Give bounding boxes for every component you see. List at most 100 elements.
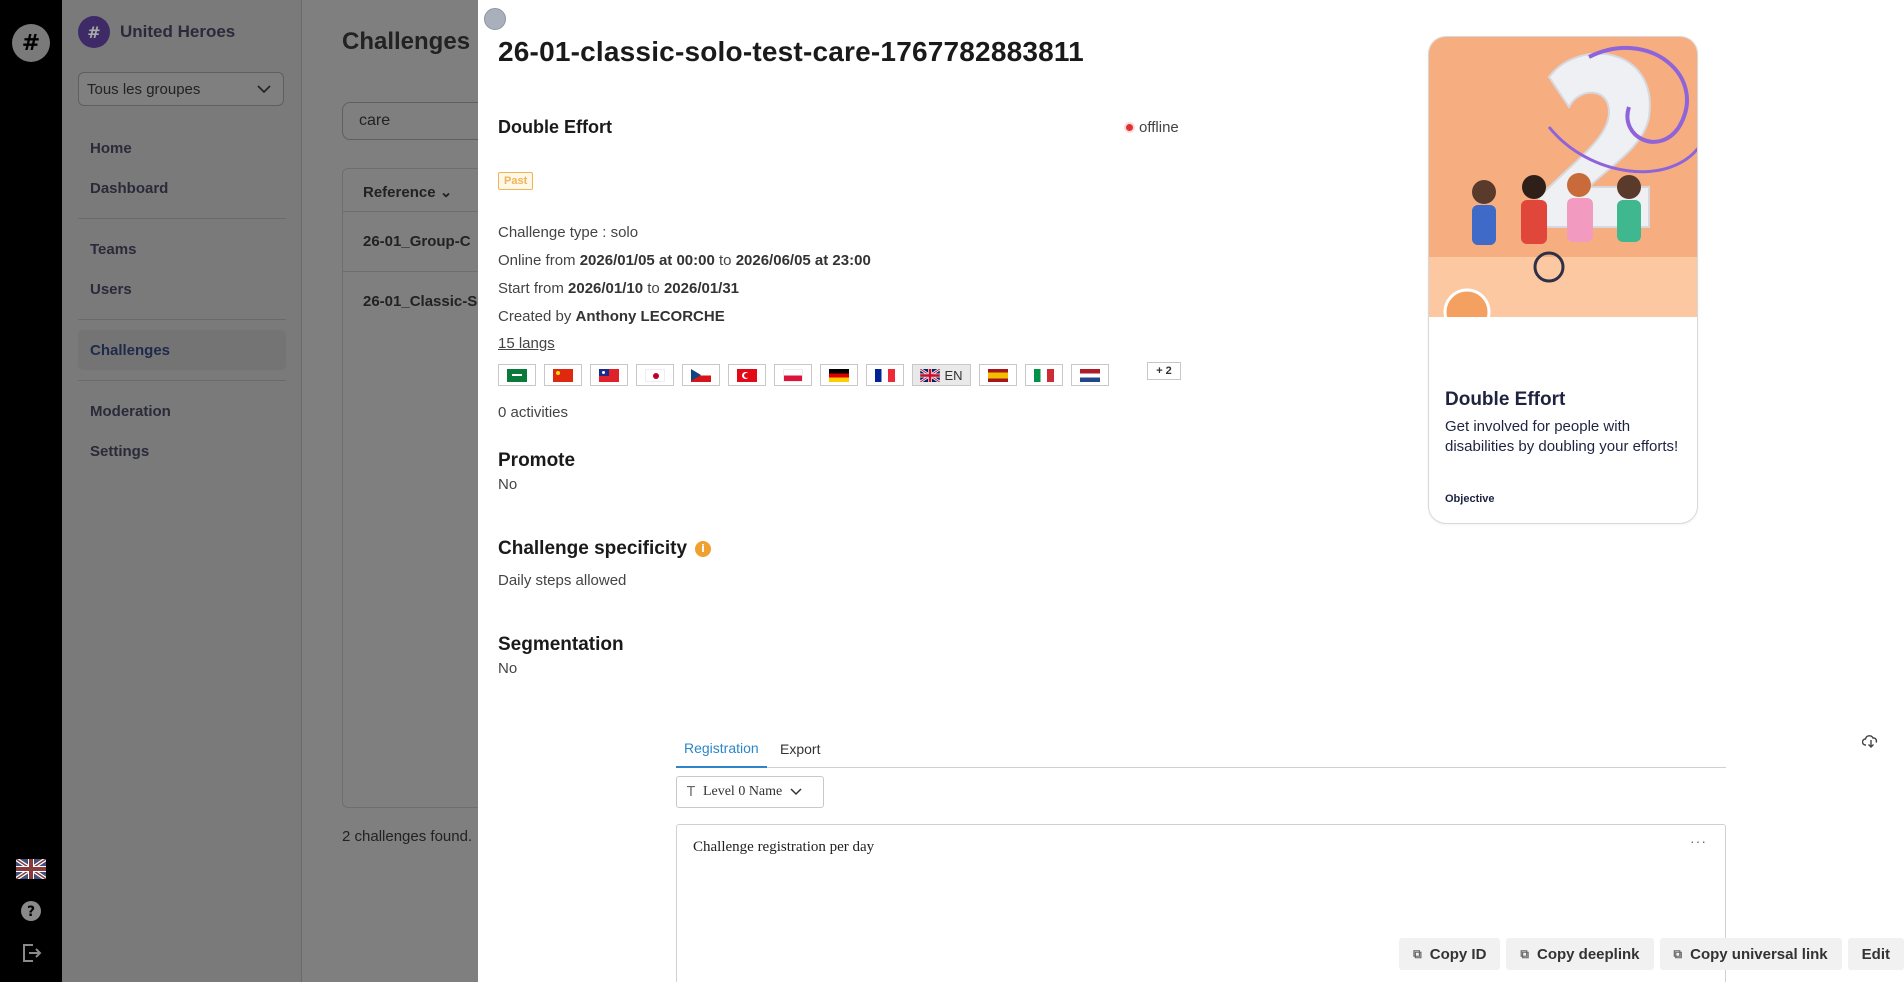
challenge-name: Double Effort <box>498 117 612 137</box>
cloud-download-icon[interactable] <box>1861 734 1882 750</box>
chevron-down-icon <box>257 85 271 93</box>
flag-fr-button[interactable] <box>866 364 904 386</box>
nav-divider <box>78 319 286 320</box>
stats-tabs: Registration Export <box>676 730 1726 768</box>
challenge-illustration <box>1429 37 1697 317</box>
copy-universal-link-button[interactable]: ⧉ Copy universal link <box>1659 938 1842 970</box>
edit-button[interactable]: Edit <box>1847 938 1904 970</box>
challenge-detail-drawer: 26-01-classic-solo-test-care-17677828838… <box>478 0 1904 982</box>
langs-link[interactable]: 15 langs <box>498 335 555 352</box>
challenges-table: Reference ⌄ 26-01_Group-C 26-01_Classic-… <box>342 168 478 808</box>
status-text: offline <box>1139 119 1179 136</box>
preview-title: Double Effort <box>1445 389 1566 410</box>
flag-es-button[interactable] <box>979 364 1017 386</box>
online-label: Online from <box>498 252 580 269</box>
flag-it-button[interactable] <box>1025 364 1063 386</box>
promote-heading: Promote <box>498 450 576 471</box>
copy-deeplink-button[interactable]: ⧉ Copy deeplink <box>1506 938 1654 970</box>
flag-sa-button[interactable] <box>498 364 536 386</box>
france-flag-icon <box>875 368 895 382</box>
online-from: 2026/01/05 at 00:00 <box>579 252 715 269</box>
status-indicator: offline <box>1126 119 1179 136</box>
netherlands-flag-icon <box>1080 368 1100 382</box>
logout-icon[interactable] <box>14 938 48 968</box>
challenge-type: Challenge type : solo <box>498 224 638 241</box>
japan-flag-icon <box>645 368 665 382</box>
copy-universal-label: Copy universal link <box>1690 945 1828 963</box>
level-select-value: Level 0 Name <box>702 784 783 799</box>
table-row[interactable]: 26-01_Group-C <box>343 211 478 271</box>
language-flags: EN <box>498 364 1109 386</box>
flag-de-button[interactable] <box>820 364 858 386</box>
tab-export[interactable]: Export <box>772 730 828 768</box>
column-header-reference[interactable]: Reference ⌄ <box>363 183 452 201</box>
selected-lang-code: EN <box>944 367 963 383</box>
taiwan-flag-icon <box>599 368 619 382</box>
sidebar-item-dashboard[interactable]: Dashboard <box>78 168 286 208</box>
flag-nl-button[interactable] <box>1071 364 1109 386</box>
flag-cz-button[interactable] <box>682 364 720 386</box>
copy-icon: ⧉ <box>1413 946 1422 961</box>
level-select[interactable]: T Level 0 Name <box>676 776 824 808</box>
sidebar-item-moderation[interactable]: Moderation <box>78 391 286 431</box>
promote-value: No <box>498 476 518 493</box>
nav-divider <box>78 218 286 219</box>
close-drawer-button[interactable] <box>484 8 506 30</box>
segmentation-heading: Segmentation <box>498 634 624 655</box>
more-options-icon[interactable]: ··· <box>1690 833 1707 849</box>
app-rail: # ? <box>0 0 62 982</box>
table-row[interactable]: 26-01_Classic-S <box>343 271 478 331</box>
help-icon[interactable]: ? <box>14 896 48 926</box>
copy-id-button[interactable]: ⧉ Copy ID <box>1399 938 1501 970</box>
created-by: Created by Anthony LECORCHE <box>498 308 725 325</box>
search-input[interactable]: care <box>342 102 478 140</box>
uk-flag-icon <box>920 368 941 382</box>
flag-jp-button[interactable] <box>636 364 674 386</box>
text-type-icon: T <box>687 784 695 800</box>
czech-flag-icon <box>691 368 711 382</box>
edit-label: Edit <box>1861 945 1890 963</box>
flag-tr-button[interactable] <box>728 364 766 386</box>
sidebar-item-settings[interactable]: Settings <box>78 431 286 471</box>
flag-pl-button[interactable] <box>774 364 812 386</box>
status-dot-icon <box>1126 124 1133 131</box>
sidebar-item-users[interactable]: Users <box>78 269 286 309</box>
tab-registration[interactable]: Registration <box>676 730 767 768</box>
sidebar-item-home[interactable]: Home <box>78 128 286 168</box>
sidebar-item-teams[interactable]: Teams <box>78 229 286 269</box>
challenge-preview-card: Double Effort Get involved for people wi… <box>1428 36 1698 524</box>
copy-deeplink-label: Copy deeplink <box>1537 945 1640 963</box>
group-select-value: Tous les groupes <box>87 80 201 98</box>
app-logo[interactable]: # <box>12 24 50 62</box>
flag-tw-button[interactable] <box>590 364 628 386</box>
more-langs-button[interactable]: + 2 <box>1147 362 1181 380</box>
turkey-flag-icon <box>737 368 757 382</box>
flag-cn-button[interactable] <box>544 364 582 386</box>
group-select[interactable]: Tous les groupes <box>78 72 284 106</box>
created-label: Created by <box>498 308 576 325</box>
nav-divider <box>78 380 286 381</box>
start-to: 2026/01/31 <box>663 280 740 297</box>
info-icon[interactable]: i <box>695 540 712 557</box>
china-flag-icon <box>553 368 573 382</box>
uk-flag-icon[interactable] <box>14 854 48 884</box>
flag-gb-button[interactable]: EN <box>912 364 971 386</box>
chevron-down-icon <box>790 788 802 796</box>
sidebar-item-challenges[interactable]: Challenges <box>78 330 286 370</box>
online-period: Online from 2026/01/05 at 00:00 to 2026/… <box>498 252 871 269</box>
preview-description: Get involved for people with disabilitie… <box>1445 418 1679 455</box>
created-by-name: Anthony LECORCHE <box>575 308 725 325</box>
online-to: 2026/06/05 at 23:00 <box>735 252 871 269</box>
challenge-type-value: solo <box>610 224 639 241</box>
challenges-list-page: Challenges care Reference ⌄ 26-01_Group-… <box>302 0 478 982</box>
specificity-heading: Challenge specificity i <box>498 538 712 560</box>
results-count: 2 challenges found. <box>342 828 473 845</box>
challenge-title: 26-01-classic-solo-test-care-17677828838… <box>498 36 1084 67</box>
start-from: 2026/01/10 <box>568 280 644 297</box>
to-word: to <box>643 280 664 297</box>
column-header-label: Reference <box>363 184 436 201</box>
italy-flag-icon <box>1034 368 1054 382</box>
brand-logo-icon: # <box>78 16 110 48</box>
status-badge: Past <box>498 172 534 190</box>
brand[interactable]: # United Heroes <box>78 16 235 48</box>
